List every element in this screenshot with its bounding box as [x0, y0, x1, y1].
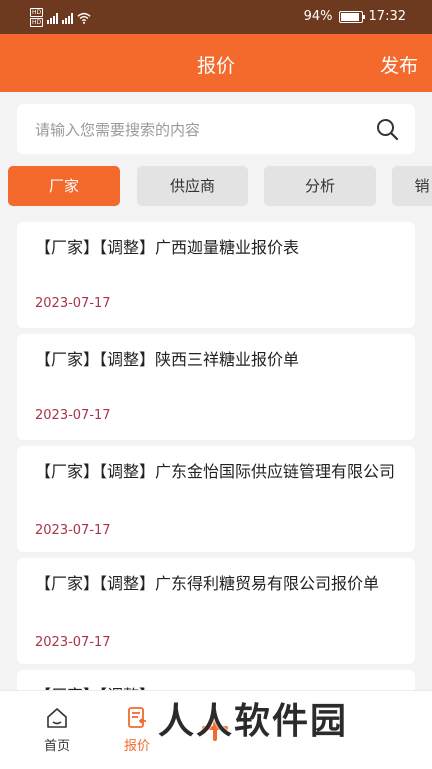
- signal-icon: [47, 12, 59, 24]
- nav-home-label: 首页: [43, 739, 70, 754]
- wifi-icon: [77, 12, 91, 24]
- battery-percent: 94%: [303, 9, 333, 24]
- search-icon[interactable]: [375, 117, 399, 141]
- list-item[interactable]: 【厂家】【调整】广东金怡国际供应链管理有限公司 2023-07-17: [17, 446, 415, 552]
- nav-home[interactable]: 首页: [27, 691, 87, 769]
- list-item-title: 【厂家】【调整】陕西三祥糖业报价单: [35, 350, 300, 369]
- list-item-date: 2023-07-17: [35, 296, 111, 311]
- quote-document-icon: [128, 707, 146, 728]
- list-item[interactable]: 【厂家】【调整】广西迦量糖业报价表 2023-07-17: [17, 222, 415, 328]
- list-item[interactable]: 【厂家】【调整】陕西三祥糖业报价单 2023-07-17: [17, 334, 415, 440]
- list-item-date: 2023-07-17: [35, 523, 111, 538]
- list-item-date: 2023-07-17: [35, 408, 111, 423]
- battery-icon: [338, 10, 365, 23]
- list-item-title: 【厂家】【调整】广东得利糖贸易有限公司报价单: [35, 574, 380, 593]
- app-header: 报价 发布: [0, 34, 432, 92]
- search-bar: [17, 104, 415, 154]
- list-item-date: 2023-07-17: [35, 635, 111, 650]
- tab-supplier[interactable]: 供应商: [137, 166, 248, 206]
- search-input[interactable]: [33, 118, 367, 142]
- clock: 17:32: [368, 9, 406, 24]
- category-tabs: 厂家 供应商 分析 销: [8, 166, 432, 208]
- status-bar: HD HD 94% 17:32: [0, 0, 432, 34]
- tab-manufacturer[interactable]: 厂家: [8, 166, 120, 206]
- watermark-logo: 人人软件园: [158, 701, 349, 742]
- list-item[interactable]: 【厂家】【调整】广东得利糖贸易有限公司报价单 2023-07-17: [17, 558, 415, 664]
- hd-icon: HD HD: [30, 8, 44, 27]
- list-item-title: 【厂家】【调整】广东金怡国际供应链管理有限公司: [35, 462, 396, 481]
- list-item-title: 【厂家】【调整】广西迦量糖业报价表: [35, 238, 300, 257]
- signal-icon-2: [62, 12, 74, 24]
- publish-button[interactable]: 发布: [380, 51, 418, 78]
- tab-sales[interactable]: 销: [392, 166, 432, 206]
- home-icon: [47, 708, 67, 728]
- tab-analysis[interactable]: 分析: [264, 166, 376, 206]
- page-title: 报价: [196, 55, 235, 77]
